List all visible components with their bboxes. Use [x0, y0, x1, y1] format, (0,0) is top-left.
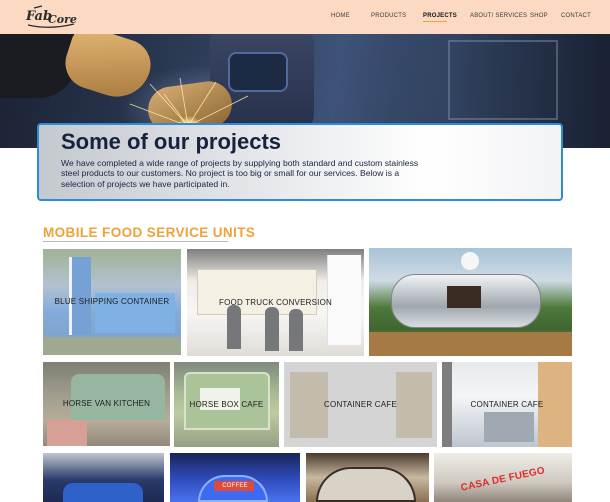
tile-caption: BLUE SHIPPING CONTAINER [54, 297, 170, 306]
tile-caption: FOOD TRUCK CONVERSION [219, 297, 332, 307]
project-tile[interactable]: COFFEE [170, 453, 300, 502]
site-header: Fab Core HOME PRODUCTS PROJECTS ABOUT/ S… [0, 0, 610, 34]
tile-caption: CONTAINER CAFE [324, 399, 397, 409]
project-tile[interactable]: HORSE VAN KITCHEN [43, 362, 170, 446]
intro-card: Some of our projects We have completed a… [37, 123, 563, 201]
nav-projects[interactable]: PROJECTS [423, 13, 457, 19]
nav-products[interactable]: PRODUCTS [371, 13, 406, 19]
section-divider [43, 241, 228, 242]
tile-caption: CONTAINER CAFE [470, 399, 544, 409]
tile-caption: HORSE VAN KITCHEN [62, 399, 151, 408]
project-tile[interactable]: HORSE BOX CAFE [174, 362, 279, 447]
tile-caption: HORSE BOX CAFE [189, 399, 264, 409]
nav-home[interactable]: HOME [331, 13, 350, 19]
nav-contact[interactable]: CONTACT [561, 13, 591, 19]
page-title: Some of our projects [61, 129, 282, 154]
project-tile[interactable] [43, 453, 164, 502]
project-tile[interactable]: CASA DE FUEGO [434, 453, 572, 502]
project-tile[interactable]: CONTAINER CAFE [284, 362, 437, 447]
project-tile[interactable]: CONTAINER CAFE [442, 362, 572, 447]
page: Fab Core HOME PRODUCTS PROJECTS ABOUT/ S… [0, 0, 610, 502]
nav-about-services[interactable]: ABOUT/ SERVICES [470, 13, 527, 19]
nav-active-underline [423, 21, 447, 22]
project-tile[interactable] [306, 453, 429, 502]
main-nav: HOME PRODUCTS PROJECTS ABOUT/ SERVICES S… [0, 0, 610, 34]
section-title: MOBILE FOOD SERVICE UNITS [43, 225, 256, 240]
intro-text: We have completed a wide range of projec… [61, 158, 419, 189]
tile-caption: COFFEE [222, 483, 248, 489]
tile-caption: CASA DE FUEGO [459, 465, 546, 494]
project-tile[interactable]: FOOD TRUCK CONVERSION [187, 249, 364, 356]
project-tile[interactable] [369, 248, 572, 356]
nav-shop[interactable]: SHOP [530, 13, 548, 19]
project-tile[interactable]: BLUE SHIPPING CONTAINER [43, 249, 181, 355]
